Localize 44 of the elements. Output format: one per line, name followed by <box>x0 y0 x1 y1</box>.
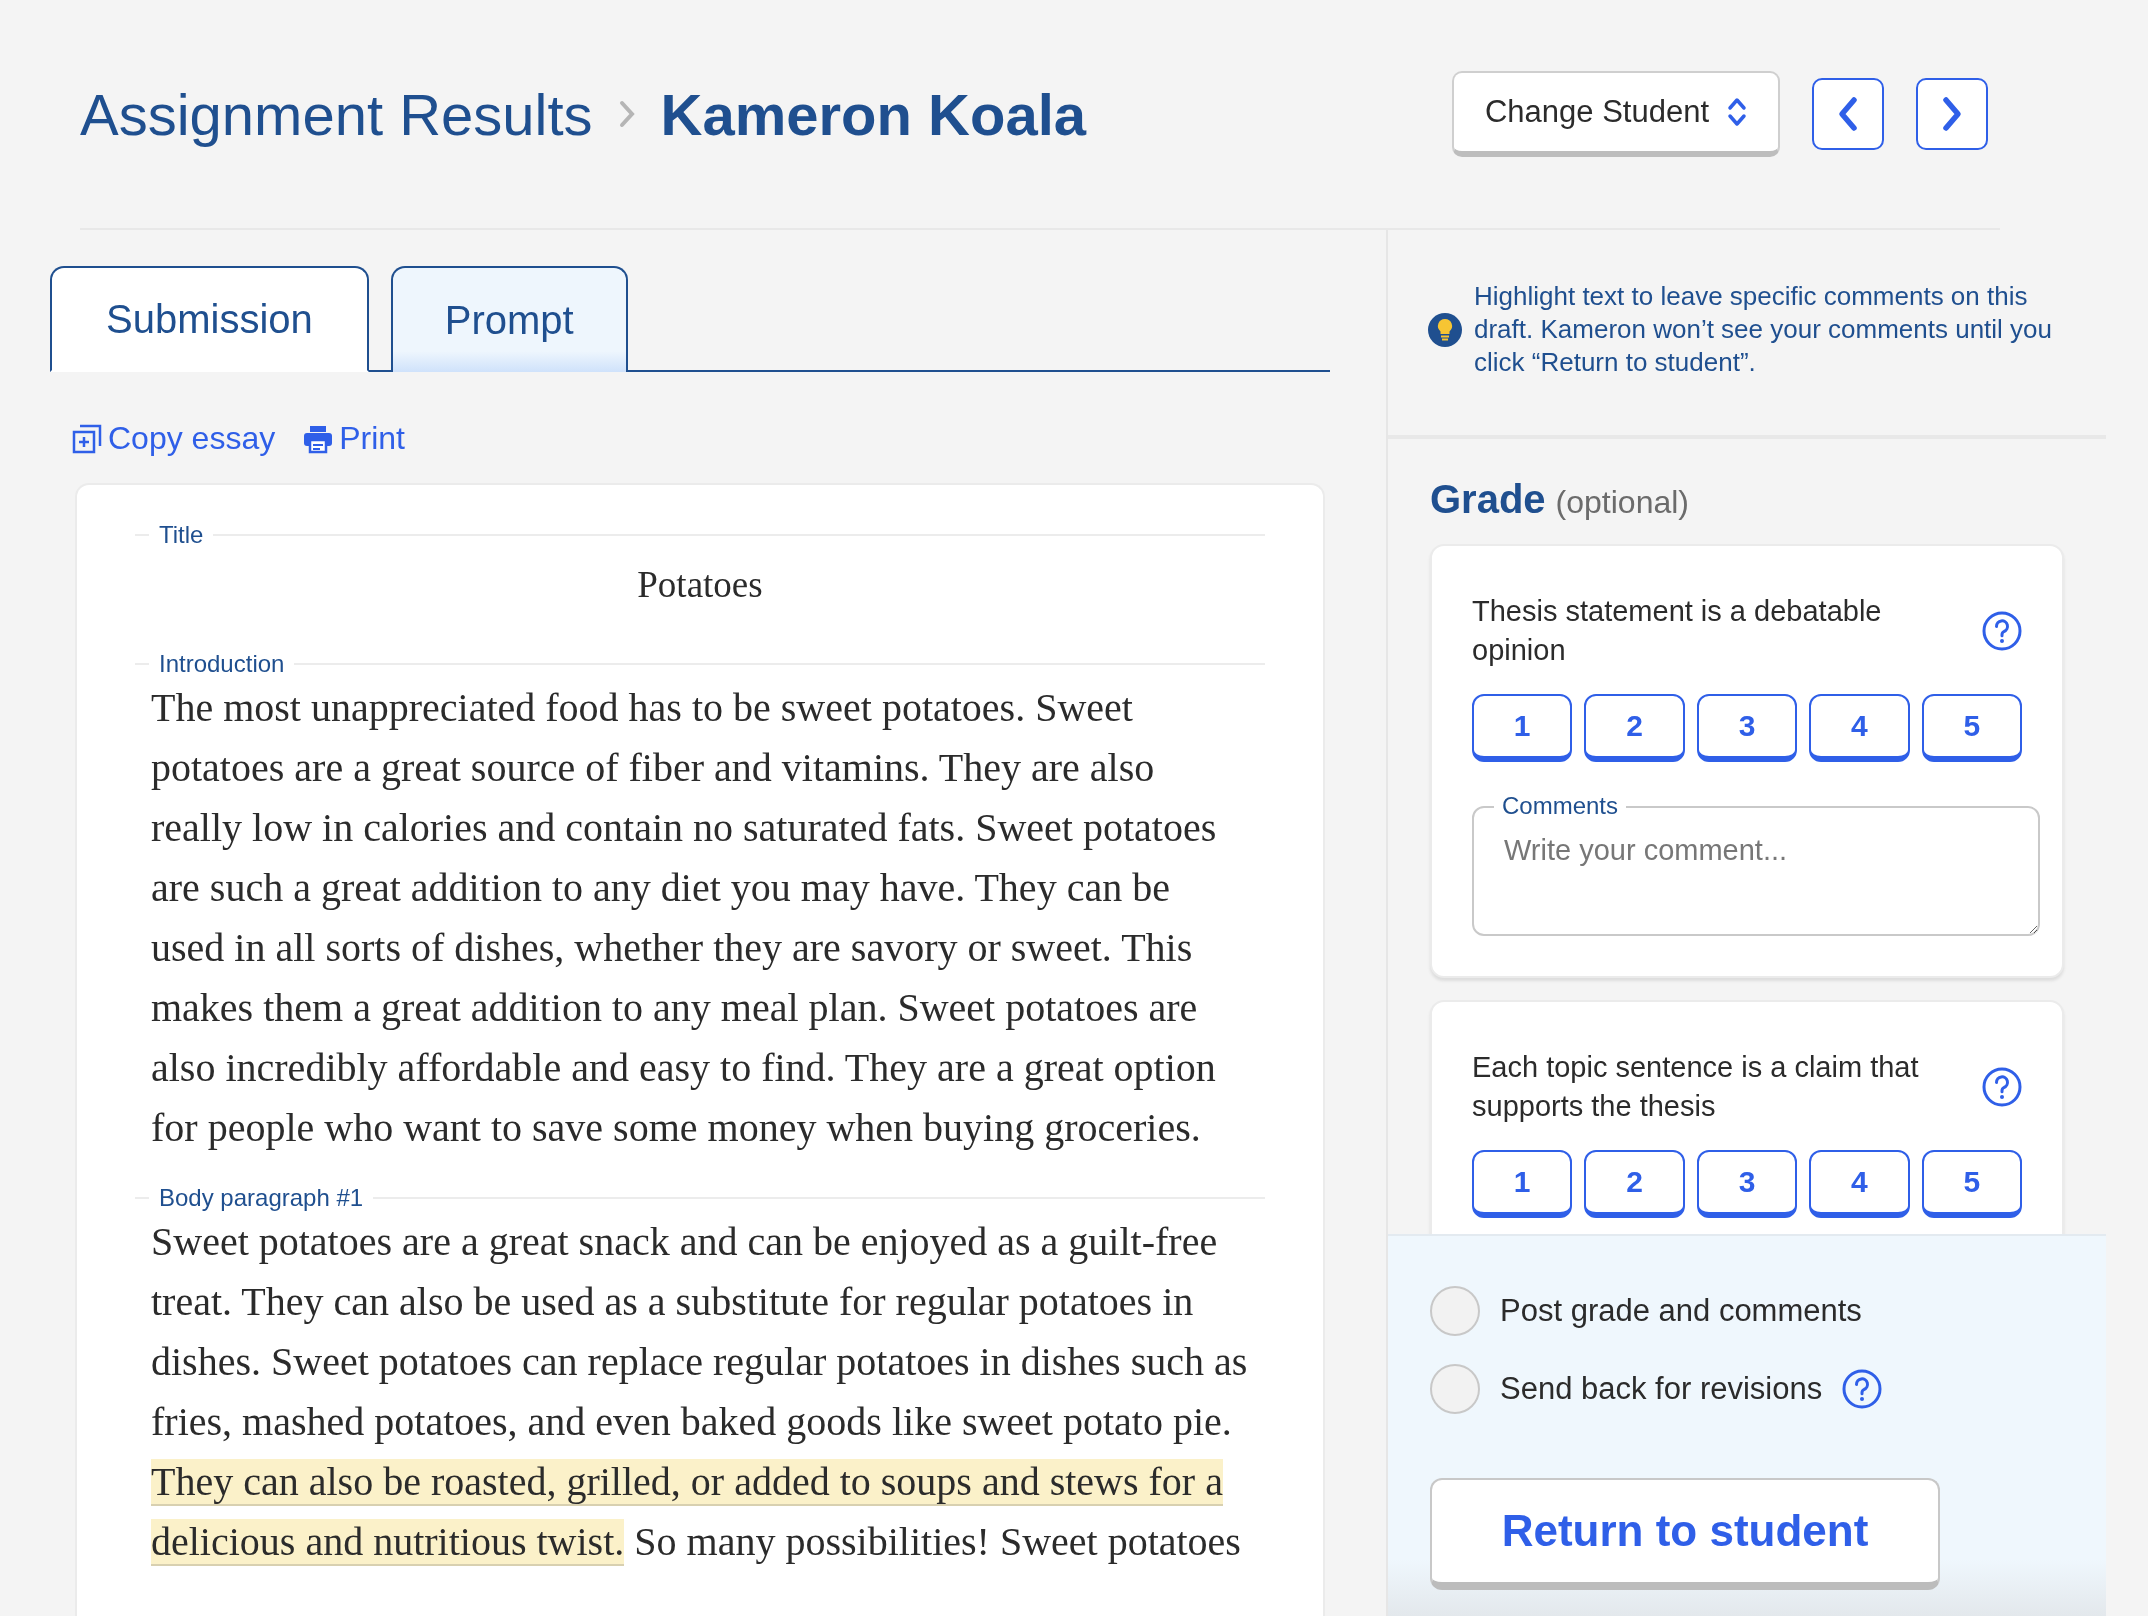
help-icon[interactable] <box>1982 611 2022 651</box>
help-icon[interactable] <box>1982 1067 2022 1107</box>
score-button[interactable]: 1 <box>1472 1150 1573 1218</box>
criterion-title: Each topic sentence is a claim that supports the thesis <box>1472 1050 1920 1124</box>
radio-button[interactable] <box>1430 1364 1480 1414</box>
score-button[interactable]: 3 <box>1696 694 1798 762</box>
score-button[interactable]: 4 <box>1809 1150 1910 1218</box>
sort-arrows-icon <box>1727 96 1748 128</box>
essay-paragraph: Sweet potatoes are a great snack and can be enjoyed as a guilt-free treat. They can also be used as a substitute for regular potatoes in dishes. Sweet potatoes can replace regular potatoes in dishes such as fries, mashed potatoes, and even baked goods like sweet potato pie. They can also be roasted, grilled, or added to soups and stews for a delicious and nutritious twist. So many possibilities! Sweet potatoes <box>151 1218 1249 1568</box>
option-label[interactable]: Send back for revisions <box>1500 1371 1823 1407</box>
section-label: Body paragraph #1 <box>159 1184 364 1212</box>
chevron-right-icon <box>1940 96 1964 132</box>
previous-student-button[interactable] <box>1812 78 1884 150</box>
printer-icon <box>303 423 334 454</box>
section-label: Introduction <box>159 650 285 678</box>
score-button[interactable]: 5 <box>1921 1150 2023 1218</box>
radio-button[interactable] <box>1430 1286 1480 1336</box>
lightbulb-icon <box>1428 312 1462 347</box>
essay-title: Potatoes <box>636 563 764 606</box>
score-button[interactable]: 4 <box>1809 694 1910 762</box>
essay-paragraph: The most unappreciated food has to be sweet potatoes. Sweet potatoes are a great source of fiber and vitamins. They are also really low in calories and contain no saturated fats. Sweet potatoes are such a great addition to any diet you may have. They can be used in all sorts of dishes, whether they are savory or sweet. This makes them a great addition to any meal plan. Sweet potatoes are also incredibly affordable and easy to find. They are a great option for people who want to save some money when buying groceries. <box>151 684 1218 1152</box>
chevron-left-icon <box>1836 96 1860 132</box>
hint-text: Highlight text to leave specific comments on this draft. Kameron won’t see your comments until you click “Return to student”. <box>1474 280 2054 379</box>
breadcrumb-link[interactable]: Assignment Results <box>80 80 593 148</box>
score-button[interactable]: 1 <box>1472 694 1573 762</box>
score-button[interactable]: 3 <box>1696 1150 1798 1218</box>
score-button[interactable]: 2 <box>1584 1150 1685 1218</box>
next-student-button[interactable] <box>1916 78 1988 150</box>
criterion-title: Thesis statement is a debatable opinion <box>1472 594 1883 668</box>
return-to-student-button[interactable]: Return to student <box>1430 1478 1940 1590</box>
action-link[interactable]: Copy essay <box>72 420 276 457</box>
optional-note: (optional) <box>1555 484 1689 521</box>
section-label: Title <box>159 521 204 549</box>
score-button[interactable]: 2 <box>1584 694 1685 762</box>
student-name: Kameron Koala <box>660 80 1086 148</box>
action-link[interactable]: Print <box>303 420 405 457</box>
tab[interactable]: Submission <box>50 266 369 372</box>
option-label[interactable]: Post grade and comments <box>1500 1293 1862 1329</box>
grade-heading: Grade <box>1430 477 1546 522</box>
change-student-dropdown[interactable]: Change Student <box>1452 71 1780 157</box>
tab[interactable]: Prompt <box>390 266 628 372</box>
help-icon[interactable] <box>1842 1369 1883 1409</box>
copy-icon <box>72 423 102 454</box>
score-button[interactable]: 5 <box>1921 694 2023 762</box>
